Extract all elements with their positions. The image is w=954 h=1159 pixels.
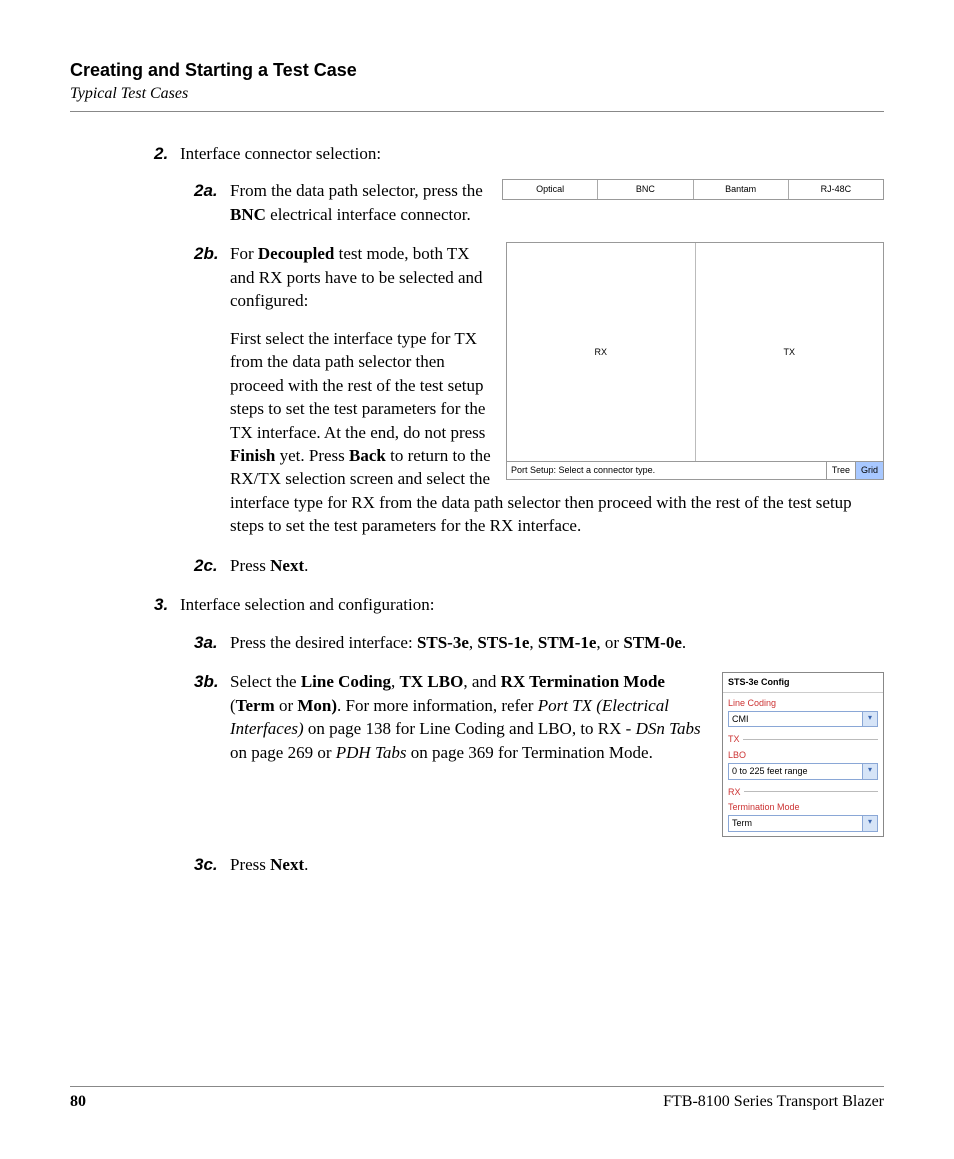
substep-3b-c5: . For more information, refer: [337, 696, 538, 715]
termination-mode-value: Term: [729, 816, 862, 830]
substep-3b-c2: , and: [463, 672, 500, 691]
rx-legend: RX: [728, 786, 744, 798]
tx-legend: TX: [728, 733, 743, 745]
substep-2b-p2c: yet. Press: [275, 446, 349, 465]
line-coding-label: Line Coding: [728, 697, 878, 709]
substep-3b-linecoding: Line Coding: [301, 672, 391, 691]
substep-3c-number: 3c.: [194, 853, 218, 876]
tx-fieldset: TX LBO 0 to 225 feet range ▾: [728, 733, 878, 779]
substep-3b-number: 3b.: [194, 670, 219, 693]
substep-3a-t1: Press the desired interface:: [230, 633, 417, 652]
substep-2b-finish: Finish: [230, 446, 275, 465]
chevron-down-icon: ▾: [862, 816, 877, 830]
substep-3b-c1: ,: [391, 672, 400, 691]
body-content: 2. Interface connector selection: 2a. Op…: [70, 142, 884, 876]
connector-rj48c[interactable]: RJ-48C: [789, 180, 883, 198]
step-3-text: Interface selection and configuration:: [180, 595, 434, 614]
step-2: 2. Interface connector selection: 2a. Op…: [180, 142, 884, 577]
substep-2a-text1: From the data path selector, press the: [230, 181, 483, 200]
substep-3b-c7: on page 269 or: [230, 743, 336, 762]
page-number: 80: [70, 1093, 86, 1111]
rx-fieldset: RX Termination Mode Term ▾: [728, 786, 878, 832]
substep-3b-t1: Select the: [230, 672, 301, 691]
step-3: 3. Interface selection and configuration…: [180, 593, 884, 876]
chapter-title: Creating and Starting a Test Case: [70, 60, 884, 81]
substep-3b-c6: on page 138 for Line Coding and LBO, to …: [304, 719, 636, 738]
figure-config-panel: STS-3e Config Line Coding CMI ▾ TX LBO 0…: [722, 672, 884, 837]
tree-view-button[interactable]: Tree: [826, 462, 855, 478]
book-title: FTB-8100 Series Transport Blazer: [663, 1093, 884, 1111]
rx-label: RX: [594, 346, 607, 358]
step-3-substeps: 3a. Press the desired interface: STS-3e,…: [230, 631, 884, 877]
header-rule: [70, 111, 884, 112]
substep-3b-pdhtabs: PDH Tabs: [336, 743, 407, 762]
substep-3a-number: 3a.: [194, 631, 218, 654]
chevron-down-icon: ▾: [862, 764, 877, 778]
tx-pane[interactable]: TX: [696, 243, 884, 461]
connector-bantam[interactable]: Bantam: [694, 180, 789, 198]
step-2-number: 2.: [154, 142, 168, 165]
substep-3c-t2: .: [304, 855, 308, 874]
figure-connector-row: Optical BNC Bantam RJ-48C: [502, 179, 884, 199]
lbo-label: LBO: [728, 749, 878, 761]
lbo-value: 0 to 225 feet range: [729, 764, 862, 778]
substep-3a-stm1e: STM-1e: [538, 633, 597, 652]
termination-mode-label: Termination Mode: [728, 801, 878, 813]
substep-2a-bnc: BNC: [230, 205, 266, 224]
line-coding-value: CMI: [729, 712, 862, 726]
substep-3a-c2: ,: [529, 633, 538, 652]
substep-3b-term: Term: [236, 696, 275, 715]
substep-2b-back: Back: [349, 446, 386, 465]
line-coding-select[interactable]: CMI ▾: [728, 711, 878, 727]
substep-2b-decoupled: Decoupled: [258, 244, 335, 263]
substep-2c-t2: .: [304, 556, 308, 575]
substep-2a-text2: electrical interface connector.: [266, 205, 471, 224]
lbo-select[interactable]: 0 to 225 feet range ▾: [728, 763, 878, 779]
substep-3a-sts1e: STS-1e: [477, 633, 529, 652]
chevron-down-icon: ▾: [862, 712, 877, 726]
substep-3a: 3a. Press the desired interface: STS-3e,…: [230, 631, 884, 654]
substep-3b-rxterm: RX Termination Mode: [501, 672, 665, 691]
substep-3a-sts3e: STS-3e: [417, 633, 469, 652]
page-footer: 80 FTB-8100 Series Transport Blazer: [70, 1086, 884, 1111]
substep-3a-stm0e: STM-0e: [623, 633, 682, 652]
substep-3c-t1: Press: [230, 855, 270, 874]
substep-3b-c4: or: [275, 696, 298, 715]
substep-3a-c3: , or: [596, 633, 623, 652]
substep-3b: 3b. STS-3e Config Line Coding CMI ▾ TX L…: [230, 670, 884, 837]
substep-2a: 2a. Optical BNC Bantam RJ-48C From the d…: [230, 179, 884, 226]
connector-optical[interactable]: Optical: [503, 180, 598, 198]
step-2-substeps: 2a. Optical BNC Bantam RJ-48C From the d…: [230, 179, 884, 577]
tx-label: TX: [783, 346, 795, 358]
figure-rx-tx-panel: RX TX Port Setup: Select a connector typ…: [506, 242, 884, 479]
substep-2a-number: 2a.: [194, 179, 218, 202]
substep-2b-number: 2b.: [194, 242, 219, 265]
status-message: Port Setup: Select a connector type.: [507, 462, 826, 478]
substep-3c: 3c. Press Next.: [230, 853, 884, 876]
rx-pane[interactable]: RX: [507, 243, 696, 461]
config-title: STS-3e Config: [723, 673, 883, 692]
substep-3b-mon: Mon): [297, 696, 337, 715]
section-subtitle: Typical Test Cases: [70, 85, 884, 103]
step-2-text: Interface connector selection:: [180, 144, 381, 163]
substep-2b-t1: For: [230, 244, 258, 263]
substep-2c-next: Next: [270, 556, 304, 575]
substep-2b: 2b. RX TX Port Setup: Select a connector…: [230, 242, 884, 537]
termination-mode-select[interactable]: Term ▾: [728, 815, 878, 831]
substep-3c-next: Next: [270, 855, 304, 874]
connector-bnc[interactable]: BNC: [598, 180, 693, 198]
substep-3b-txlbo: TX LBO: [400, 672, 464, 691]
substep-2c-number: 2c.: [194, 554, 218, 577]
substep-3a-c4: .: [682, 633, 686, 652]
grid-view-button[interactable]: Grid: [855, 462, 883, 478]
substep-3b-c8: on page 369 for Termination Mode.: [406, 743, 652, 762]
substep-2c: 2c. Press Next.: [230, 554, 884, 577]
step-3-number: 3.: [154, 593, 168, 616]
substep-3b-dsntabs: DSn Tabs: [636, 719, 701, 738]
substep-2c-t1: Press: [230, 556, 270, 575]
